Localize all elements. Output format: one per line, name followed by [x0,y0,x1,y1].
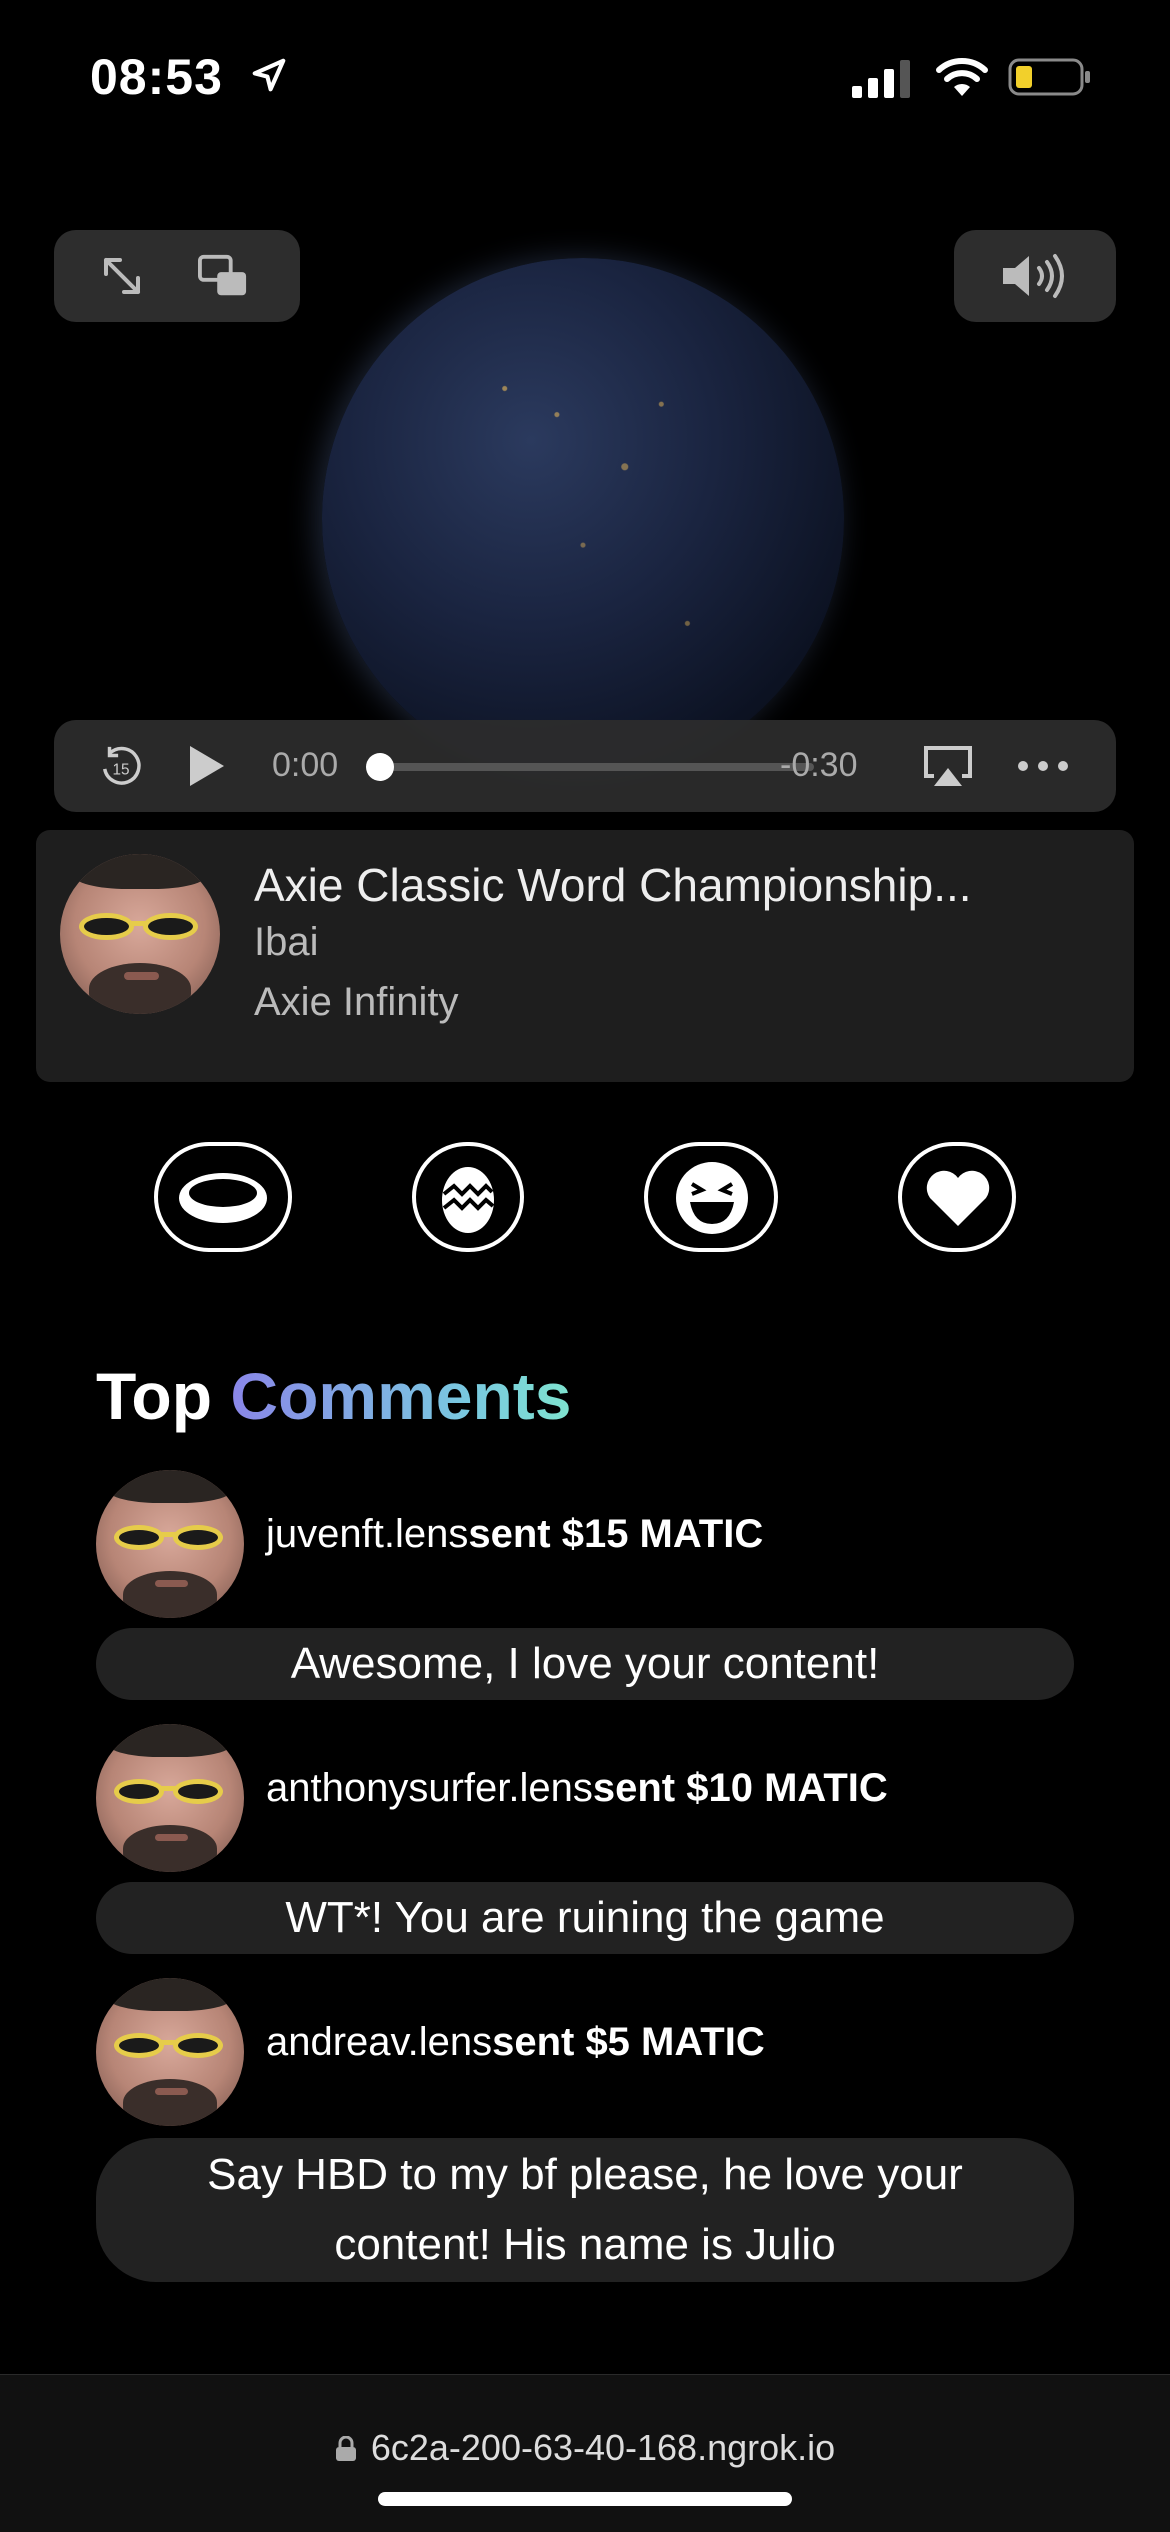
comment-header: juvenft.lenssent $15 MATIC [266,1512,763,1557]
egg-reaction-button[interactable] [412,1142,524,1252]
comment-tip-amount: sent $15 MATIC [468,1512,764,1556]
heart-reaction-button[interactable] [898,1142,1016,1252]
video-controls-bar: 15 0:00 -0:30 [54,720,1116,812]
comment-header: andreav.lenssent $5 MATIC [266,2020,765,2065]
status-time: 08:53 [90,49,223,105]
play-icon[interactable] [186,744,226,788]
browser-bottom-bar: 6c2a-200-63-40-168.ngrok.io [0,2374,1170,2532]
ring-reaction-button[interactable] [154,1142,292,1252]
seek-track[interactable] [378,763,814,771]
comment-message: WT*! You are ruining the game [96,1882,1074,1954]
status-bar: 08:53 [0,0,1170,150]
video-frame-earth[interactable] [322,258,844,780]
comment-tip-amount: sent $5 MATIC [492,2020,765,2064]
remaining-time: -0:30 [780,746,858,784]
location-arrow-icon [252,58,286,92]
game-name: Axie Infinity [254,980,459,1024]
skip-back-15-icon[interactable]: 15 [98,744,144,790]
volume-pill [954,230,1116,322]
comment-message: Awesome, I love your content! [96,1628,1074,1700]
laugh-icon [676,1162,748,1234]
video-top-left-controls [54,230,300,322]
wifi-icon [936,58,988,96]
comment-tip-amount: sent $10 MATIC [592,1766,888,1810]
current-time: 0:00 [272,746,339,784]
ring-icon [179,1173,267,1223]
commenter-avatar[interactable] [96,1978,244,2126]
laugh-reaction-button[interactable] [644,1142,778,1252]
comment-username[interactable]: juvenft.lens [266,1512,468,1556]
seek-thumb[interactable] [366,753,394,781]
home-indicator[interactable] [378,2492,792,2506]
page-url: 6c2a-200-63-40-168.ngrok.io [370,2427,836,2468]
skip-back-seconds: 15 [112,762,129,779]
stream-info-card[interactable]: Axie Classic Word Championship... Ibai A… [36,830,1134,1082]
address-bar[interactable]: 6c2a-200-63-40-168.ngrok.io [0,2427,1170,2469]
comment-username[interactable]: anthonysurfer.lens [266,1766,593,1810]
cellular-signal-icon [852,60,910,98]
battery-icon [1008,58,1090,96]
comment-header: anthonysurfer.lenssent $10 MATIC [266,1766,888,1811]
lock-icon [335,2436,356,2461]
commenter-avatar[interactable] [96,1724,244,1872]
streamer-name: Ibai [254,920,319,964]
comment-message: Say HBD to my bf please, he love your co… [96,2138,1074,2282]
more-options-icon[interactable] [1016,758,1070,774]
streamer-avatar[interactable] [60,854,220,1014]
commenter-avatar[interactable] [96,1470,244,1618]
fullscreen-icon[interactable] [98,252,146,300]
stream-title: Axie Classic Word Championship... [254,859,972,911]
heart-icon [926,1170,990,1226]
comments-section-title: Top Comments [96,1359,572,1433]
egg-icon [442,1167,495,1233]
volume-icon[interactable] [998,252,1072,300]
comment-username[interactable]: andreav.lens [266,2020,492,2064]
airplay-icon[interactable] [922,744,974,788]
picture-in-picture-icon[interactable] [198,254,248,298]
